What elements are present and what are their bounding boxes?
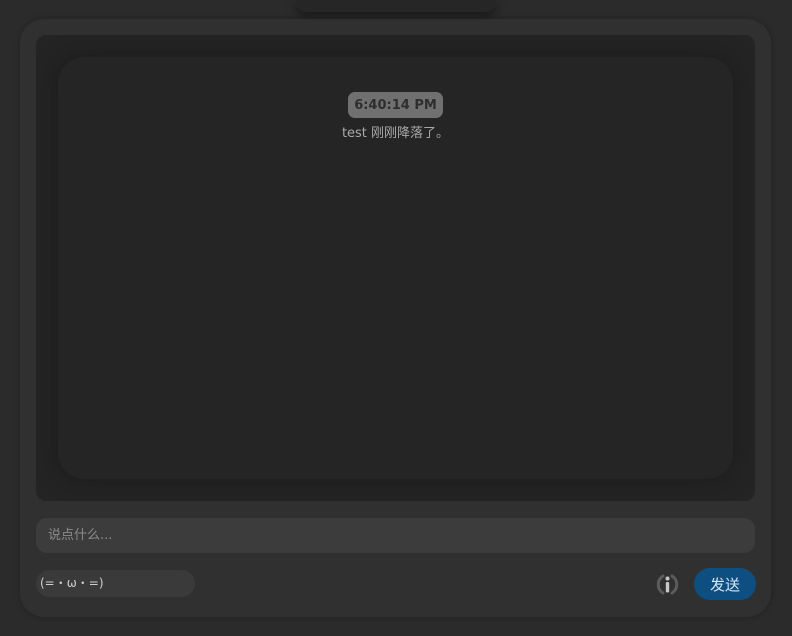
message-text: test 刚刚降落了。 [341, 126, 450, 141]
message-input[interactable] [36, 518, 755, 553]
message-area: 6:40:14 PM test 刚刚降落了。 [58, 57, 733, 479]
send-button[interactable]: 发送 [694, 568, 756, 600]
message-list: 6:40:14 PM test 刚刚降落了。 [36, 35, 755, 501]
system-message: 6:40:14 PM test 刚刚降落了。 [58, 92, 733, 142]
emote-picker[interactable]: (=・ω・=) [36, 570, 195, 597]
chat-panel: 6:40:14 PM test 刚刚降落了。 (=・ω・=) 发送 [20, 19, 771, 617]
top-drawer-handle [296, 0, 496, 12]
message-timestamp: 6:40:14 PM [348, 92, 443, 118]
info-icon[interactable] [655, 572, 680, 597]
